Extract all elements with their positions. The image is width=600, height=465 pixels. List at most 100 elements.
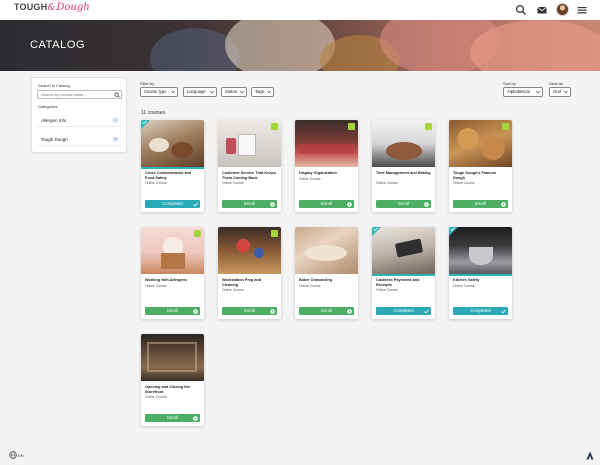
action-label: Completed: [393, 308, 414, 313]
course-title: Kitchen Safety: [453, 278, 480, 282]
course-image: [449, 227, 512, 274]
course-card[interactable]: Customer Service That Keeps Them Coming …: [218, 120, 281, 212]
arrow-right-icon: [193, 308, 198, 314]
course-image: [141, 334, 204, 381]
course-card[interactable]: Opening and Closing the Storefront Onlin…: [141, 334, 204, 426]
course-card[interactable]: Workstation Prep and Cleaning Online Cou…: [218, 227, 281, 319]
categories-label: Categories: [38, 104, 58, 109]
enroll-button[interactable]: Enroll: [145, 307, 200, 315]
course-type: Online Course: [145, 395, 167, 399]
action-label: Enroll: [167, 415, 178, 420]
arrow-right-icon: [270, 308, 275, 314]
course-count: 11 courses: [141, 110, 166, 116]
arrow-right-icon: [270, 201, 275, 207]
language-selector[interactable]: EN: [18, 453, 24, 458]
check-icon: [142, 120, 147, 125]
course-type: Online Course: [299, 284, 321, 288]
search-icon[interactable]: [114, 92, 120, 98]
catalog-sidebar: Search in Catalog Categories Allergen In…: [31, 77, 127, 153]
search-icon[interactable]: [515, 4, 527, 16]
page-title: CATALOG: [30, 39, 86, 51]
course-type: Online Course: [222, 288, 244, 292]
course-type: Online Course: [376, 181, 398, 185]
logo-ampersand: &: [47, 3, 56, 13]
course-card[interactable]: Working with Allergens Online Course Enr…: [141, 227, 204, 319]
course-card[interactable]: Tough Dough's Famous Dough Online Course…: [449, 120, 512, 212]
category-item[interactable]: Allergen Info 2: [37, 114, 122, 127]
course-type-filter[interactable]: Course type: [140, 87, 178, 97]
enroll-button[interactable]: Enroll: [299, 307, 354, 315]
chevron-down-icon: [536, 90, 540, 94]
avatar[interactable]: [556, 3, 569, 16]
course-title: Display Organization: [299, 171, 337, 175]
catalog-banner: CATALOG: [0, 20, 600, 71]
search-label: Search in Catalog: [38, 83, 70, 88]
course-type: Online Course: [299, 177, 321, 181]
enroll-button[interactable]: Enroll: [299, 200, 354, 208]
view-label: View as: [549, 81, 563, 86]
hamburger-menu-icon[interactable]: [576, 4, 588, 16]
enroll-button[interactable]: Enroll: [145, 414, 200, 422]
completed-button[interactable]: Completed: [376, 307, 431, 315]
course-title: Workstation Prep and Cleaning: [222, 278, 262, 287]
category-name: Allergen Info: [41, 118, 67, 123]
chevron-down-icon: [564, 90, 568, 94]
course-card[interactable]: Display Organization Online Course Enrol…: [295, 120, 358, 212]
enroll-button[interactable]: Enroll: [222, 307, 277, 315]
course-image: [141, 120, 204, 167]
course-title: Time Management and Baking: [376, 171, 431, 175]
filter-label: Filter by: [140, 81, 155, 86]
action-label: Enroll: [321, 201, 332, 206]
course-type: Online Course: [376, 288, 398, 292]
status-filter[interactable]: Status: [221, 87, 247, 97]
course-title: Cross Contamination and Food Safety: [145, 171, 192, 180]
tags-filter[interactable]: Tags: [251, 87, 274, 97]
sort-value: Alphabetical: [507, 89, 530, 94]
enroll-button[interactable]: Enroll: [376, 200, 431, 208]
course-card[interactable]: Time Management and Baking Online Course…: [372, 120, 435, 212]
action-label: Enroll: [167, 308, 178, 313]
course-title: Baker Onboarding: [299, 278, 333, 282]
new-badge-icon: [425, 123, 432, 130]
completed-button[interactable]: Completed: [145, 200, 200, 208]
view-select[interactable]: Grid: [549, 87, 571, 97]
filter-text: Status: [225, 89, 237, 94]
language-filter[interactable]: Language: [183, 87, 217, 97]
action-label: Enroll: [244, 201, 255, 206]
course-card[interactable]: Kitchen Safety Online Course Completed: [449, 227, 512, 319]
chevron-down-icon: [240, 90, 244, 94]
course-title: Customer Service That Keeps Them Coming …: [222, 171, 276, 180]
course-card[interactable]: Cashless Payments and Receipts Online Co…: [372, 227, 435, 319]
chevron-down-icon: [171, 90, 175, 94]
course-type: Online Course: [145, 284, 167, 288]
chevron-down-icon: [267, 90, 271, 94]
filter-text: Language: [187, 89, 206, 94]
completed-button[interactable]: Completed: [453, 307, 508, 315]
action-label: Completed: [162, 201, 183, 206]
check-icon: [501, 309, 506, 313]
globe-icon[interactable]: [9, 451, 17, 459]
enroll-button[interactable]: Enroll: [222, 200, 277, 208]
sort-select[interactable]: Alphabetical: [503, 87, 543, 97]
arrow-right-icon: [193, 415, 198, 421]
action-label: Enroll: [398, 201, 409, 206]
arrow-right-icon: [347, 308, 352, 314]
filter-text: Course type: [144, 89, 167, 94]
check-icon: [373, 227, 378, 232]
check-icon: [193, 202, 198, 206]
enroll-button[interactable]: Enroll: [453, 200, 508, 208]
logo-text-dough: Dough: [56, 2, 90, 13]
category-count-badge: 9: [112, 137, 119, 142]
course-search-input[interactable]: [37, 90, 122, 99]
category-item[interactable]: Tough Dough 9: [37, 133, 122, 146]
logo[interactable]: TOUGH & Dough: [14, 2, 90, 18]
top-bar: TOUGH & Dough: [0, 0, 600, 20]
new-badge-icon: [502, 123, 509, 130]
course-card[interactable]: Baker Onboarding Online Course Enroll: [295, 227, 358, 319]
filter-text: Tags: [255, 89, 264, 94]
course-type: Online Course: [222, 181, 244, 185]
progress-bar: [372, 274, 435, 276]
course-card[interactable]: Cross Contamination and Food Safety Onli…: [141, 120, 204, 212]
course-title: Working with Allergens: [145, 278, 187, 282]
mail-icon[interactable]: [536, 4, 548, 16]
